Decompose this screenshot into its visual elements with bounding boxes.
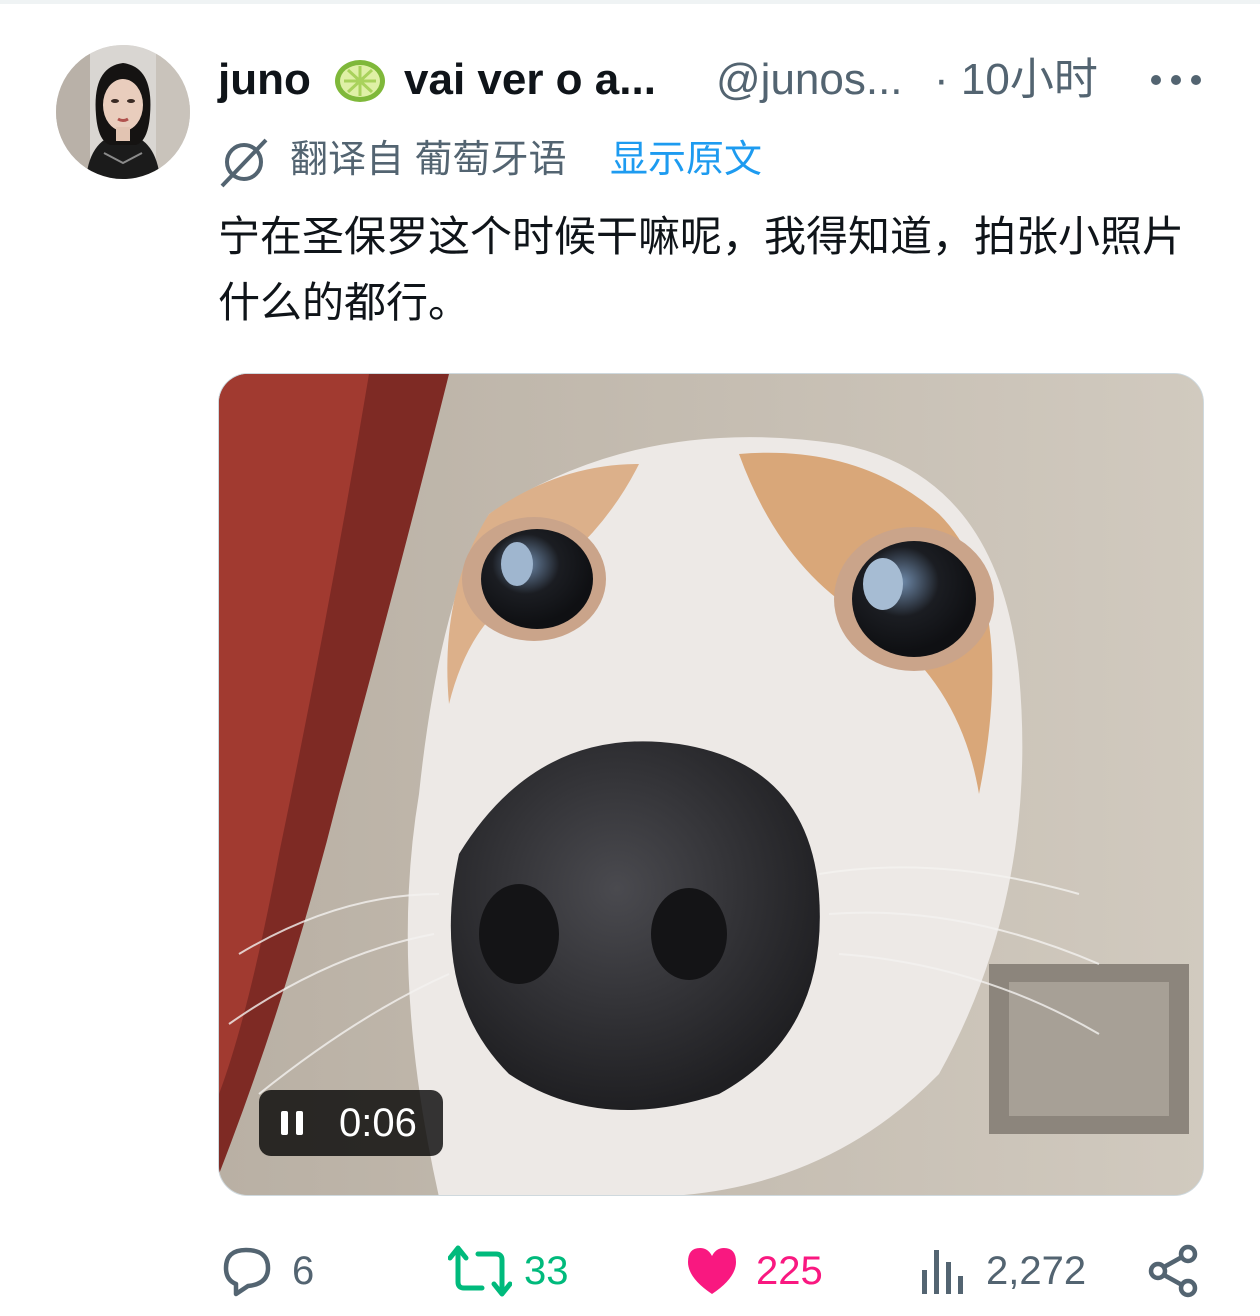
like-count: 225 (756, 1249, 823, 1293)
more-icon[interactable] (1148, 60, 1204, 100)
avatar-image (56, 45, 190, 179)
video-player[interactable]: 0:06 (218, 373, 1204, 1196)
tweet-header: juno vai ver o a... @junos... · 10小时 (218, 50, 1218, 114)
tweet-text: 宁在圣保罗这个时候干嘛呢，我得知道，拍张小照片什么的都行。 (218, 213, 1185, 326)
user-handle[interactable]: @junos... (716, 50, 903, 110)
translation-row: 翻译自 葡萄牙语 显示原文 (218, 132, 1118, 188)
video-duration: 0:06 (339, 1101, 417, 1145)
separator-dot: · (934, 55, 949, 104)
avatar[interactable] (56, 45, 190, 179)
action-bar: 6 33 225 2,272 (218, 1236, 1208, 1306)
views-count: 2,272 (986, 1249, 1087, 1293)
reply-icon (223, 1247, 271, 1297)
video-controls-badge[interactable]: 0:06 (259, 1090, 443, 1156)
lime-emoji-icon (335, 60, 385, 102)
retweet-icon (448, 1245, 512, 1297)
translated-from-label: 翻译自 葡萄牙语 (290, 139, 567, 181)
display-name[interactable]: juno (218, 50, 311, 110)
show-original-link[interactable]: 显示原文 (610, 132, 762, 188)
pause-icon[interactable] (277, 1108, 307, 1138)
retweet-count: 33 (524, 1249, 569, 1293)
video-frame-dog (219, 374, 1203, 1195)
display-name-suffix[interactable]: vai ver o a... (404, 50, 656, 110)
retweet-button[interactable]: 33 (448, 1236, 598, 1306)
top-divider (0, 0, 1260, 4)
translate-icon (220, 138, 268, 188)
views-icon (922, 1250, 963, 1294)
reply-count: 6 (292, 1249, 315, 1293)
views-button[interactable]: 2,272 (918, 1236, 1108, 1306)
reply-button[interactable]: 6 (218, 1236, 338, 1306)
timestamp-label: 10小时 (960, 55, 1098, 104)
like-icon (688, 1248, 736, 1294)
share-button[interactable] (1146, 1236, 1208, 1306)
share-icon (1148, 1244, 1198, 1298)
like-button[interactable]: 225 (684, 1236, 854, 1306)
timestamp[interactable]: · 10小时 (934, 50, 1098, 110)
